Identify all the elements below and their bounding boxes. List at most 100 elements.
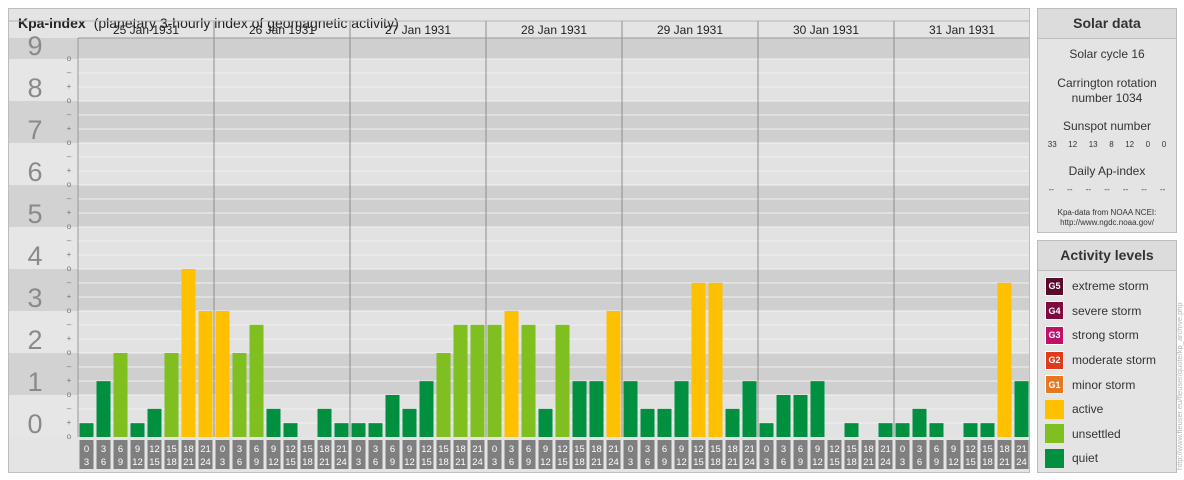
kp-bar <box>691 282 706 437</box>
kp-bar <box>708 282 723 437</box>
interval-label-end: 24 <box>200 457 211 468</box>
interval-label-start: 0 <box>492 444 497 455</box>
sunspot-value: 13 <box>1088 140 1098 149</box>
legend-swatch <box>1045 399 1064 419</box>
sunspot-value: 12 <box>1125 140 1135 149</box>
y-tick-label: 5 <box>27 199 42 229</box>
legend-item-unsettled: unsettled <box>1038 422 1176 447</box>
interval-label-start: 0 <box>356 444 361 455</box>
kp-bar <box>351 423 366 437</box>
interval-label-end: 6 <box>373 457 378 468</box>
legend-items: G5 extreme storm G4 severe storm G3 strong … <box>1038 271 1176 471</box>
kp-bar <box>538 408 553 437</box>
interval-label-start: 15 <box>574 444 585 455</box>
interval-label-start: 9 <box>543 444 548 455</box>
kp-bar <box>266 408 281 437</box>
interval-label-end: 18 <box>710 457 721 468</box>
kp-bar <box>606 311 621 437</box>
interval-label-end: 15 <box>965 457 976 468</box>
sunspot-label: Sunspot number <box>1062 119 1152 133</box>
kp-bar <box>912 408 927 437</box>
interval-label-start: 18 <box>319 444 330 455</box>
interval-label-end: 21 <box>455 457 466 468</box>
kp-bar <box>878 423 893 437</box>
y-tick-label: 6 <box>27 157 42 187</box>
y-subaxis-cell <box>60 59 78 101</box>
interval-label-start: 18 <box>999 444 1010 455</box>
interval-label-start: 6 <box>254 444 259 455</box>
interval-label-end: 12 <box>404 457 415 468</box>
interval-label-end: 24 <box>1016 457 1027 468</box>
y-subtick-label: o <box>67 390 72 399</box>
interval-label-end: 15 <box>285 457 296 468</box>
kp-bar <box>487 324 502 437</box>
kp-bar <box>759 423 774 437</box>
interval-label-end: 21 <box>591 457 602 468</box>
legend-swatch: G1 <box>1045 375 1064 395</box>
y-subaxis-cell <box>60 353 78 395</box>
interval-label-end: 3 <box>492 457 497 468</box>
kpa-chart-panel: Kpa-index (planetary 3-hourly index of ge… <box>8 8 1030 473</box>
kp-bar <box>181 269 196 437</box>
kp-bar <box>725 408 740 437</box>
y-subtick-label: o <box>67 138 72 147</box>
kp-bar <box>742 381 757 437</box>
y-subaxis-cell <box>60 143 78 185</box>
y-subtick-label: + <box>67 334 72 343</box>
interval-label-end: 3 <box>628 457 633 468</box>
kp-bar <box>623 381 638 437</box>
y-subtick-label: + <box>67 124 72 133</box>
y-tick-label: 2 <box>27 325 42 355</box>
day-label: 27 Jan 1931 <box>385 23 451 37</box>
kp-bar <box>555 324 570 437</box>
interval-label-end: 6 <box>509 457 514 468</box>
interval-label-start: 6 <box>798 444 803 455</box>
ap-value: -- <box>1122 185 1129 194</box>
interval-label-start: 6 <box>934 444 939 455</box>
interval-label-end: 9 <box>934 457 939 468</box>
y-subtick-label: – <box>67 68 72 77</box>
interval-label-end: 15 <box>693 457 704 468</box>
side-credit: http://www.fleuser.eu/fleuser/quote/kp_a… <box>1175 302 1184 470</box>
interval-label-start: 12 <box>829 444 840 455</box>
interval-label-end: 3 <box>764 457 769 468</box>
kp-bar <box>980 423 995 437</box>
interval-label-end: 9 <box>390 457 395 468</box>
y-subtick-label: o <box>67 222 72 231</box>
solar-cycle: Solar cycle 16 <box>1069 47 1145 61</box>
interval-label-start: 12 <box>149 444 160 455</box>
interval-label-start: 21 <box>744 444 755 455</box>
interval-label-start: 6 <box>118 444 123 455</box>
interval-label-end: 9 <box>662 457 667 468</box>
kp-bar <box>283 423 298 437</box>
interval-label-end: 6 <box>781 457 786 468</box>
legend-item-quiet: quiet <box>1038 446 1176 471</box>
y-subtick-label: + <box>67 418 72 427</box>
kp-bar <box>674 381 689 437</box>
interval-label-start: 9 <box>679 444 684 455</box>
y-subaxis-cell <box>60 311 78 353</box>
kp-bar <box>232 353 247 437</box>
y-subtick-label: – <box>67 320 72 329</box>
kp-bar <box>589 381 604 437</box>
kp-bar <box>657 408 672 437</box>
interval-label-end: 6 <box>645 457 650 468</box>
legend-label: moderate storm <box>1072 353 1157 368</box>
plot-band <box>78 185 1029 227</box>
ap-value: -- <box>1104 185 1110 194</box>
kp-bar <box>776 395 791 437</box>
kp-bar <box>385 395 400 437</box>
y-subtick-label: o <box>67 348 72 357</box>
kp-bar <box>164 353 179 437</box>
y-subaxis-cell <box>60 269 78 311</box>
interval-label-start: 12 <box>965 444 976 455</box>
y-subtick-label: – <box>67 110 72 119</box>
day-label: 31 Jan 1931 <box>929 23 995 37</box>
credit-line2: http://www.ngdc.noaa.gov/ <box>1060 218 1154 227</box>
y-subtick-label: + <box>67 208 72 217</box>
y-tick-label: 3 <box>27 283 42 313</box>
interval-label-end: 18 <box>982 457 993 468</box>
interval-label-start: 15 <box>982 444 993 455</box>
interval-label-start: 3 <box>509 444 514 455</box>
y-subtick-label: – <box>67 404 72 413</box>
